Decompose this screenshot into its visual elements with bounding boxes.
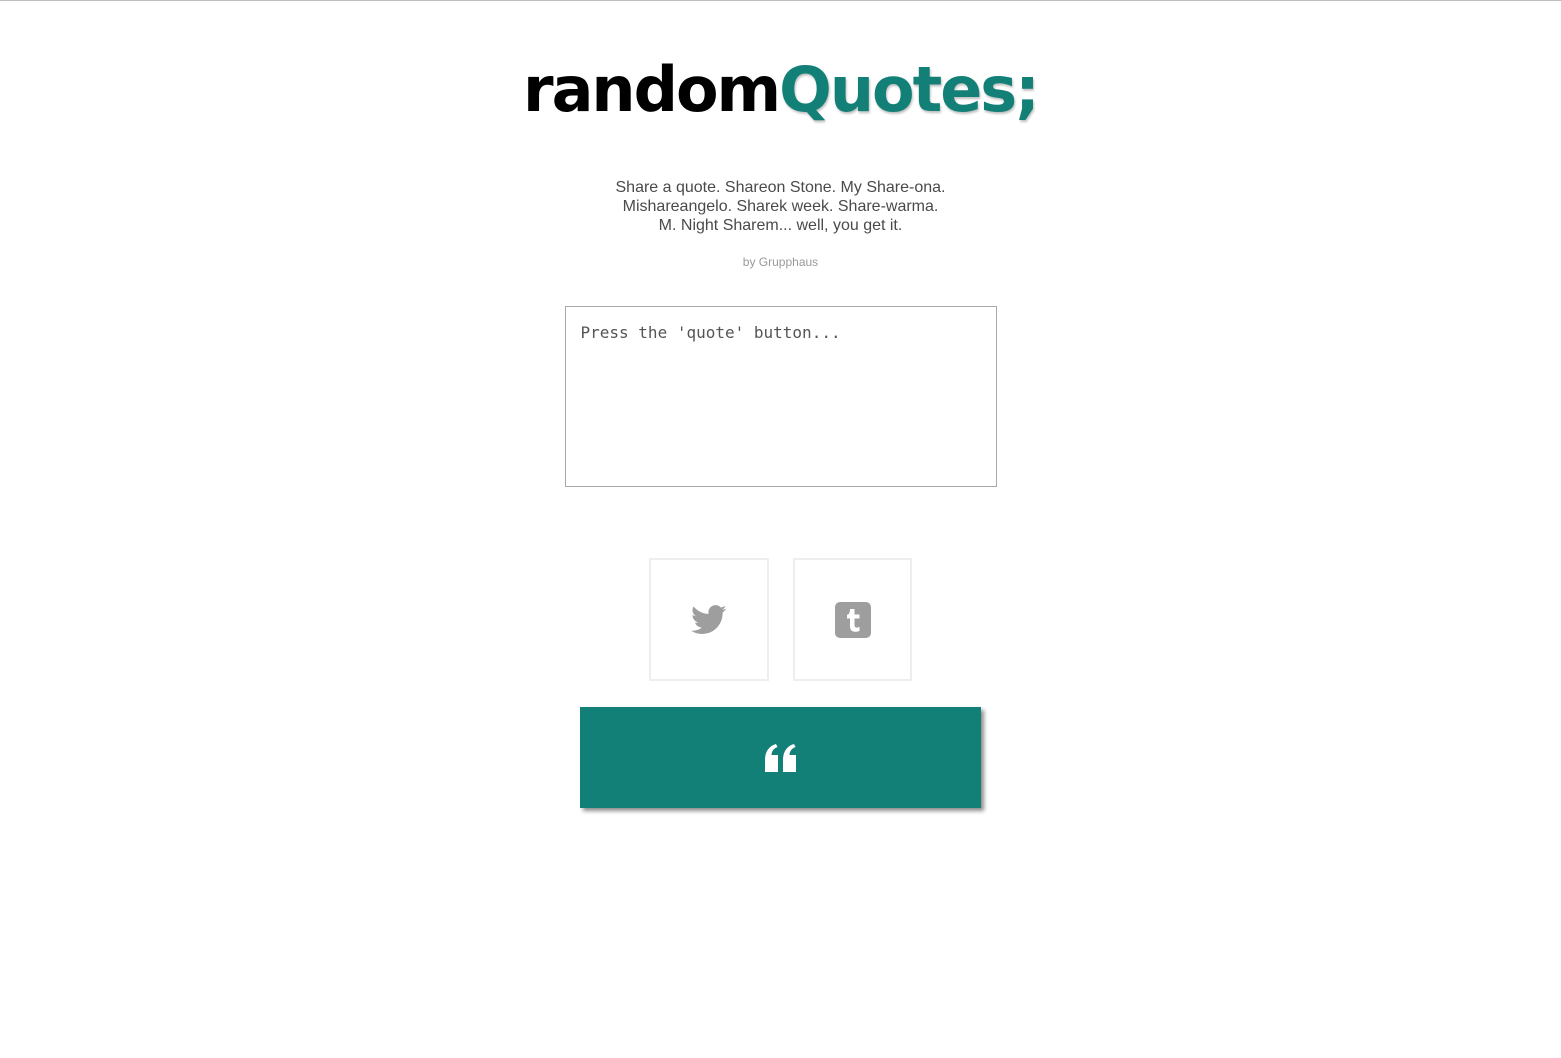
logo-random: random — [523, 53, 781, 126]
tagline-line-2: Mishareangelo. Sharek week. Share-warma. — [622, 198, 939, 215]
tagline-line-1: Share a quote. Shareon Stone. My Share-o… — [615, 179, 946, 196]
share-buttons — [649, 558, 912, 681]
new-quote-button[interactable] — [580, 707, 981, 808]
tumblr-icon — [834, 601, 871, 638]
quote-display-box: Press the 'quote' button... — [564, 306, 997, 487]
share-tumblr-button[interactable] — [793, 558, 912, 681]
app-logo: randomQuotes; — [523, 53, 1040, 126]
tagline: Share a quote. Shareon Stone. My Share-o… — [616, 178, 946, 235]
tagline-line-3: M. Night Sharem... well, you get it. — [658, 217, 903, 234]
share-twitter-button[interactable] — [649, 558, 769, 681]
page-container: randomQuotes; Share a quote. Shareon Sto… — [0, 1, 1561, 808]
byline: by Grupphaus — [742, 255, 819, 269]
quote-mark-icon — [764, 743, 796, 772]
quote-text: Press the 'quote' button... — [580, 323, 841, 342]
twitter-bird-icon — [691, 604, 727, 634]
logo-quotes: Quotes; — [779, 53, 1040, 126]
